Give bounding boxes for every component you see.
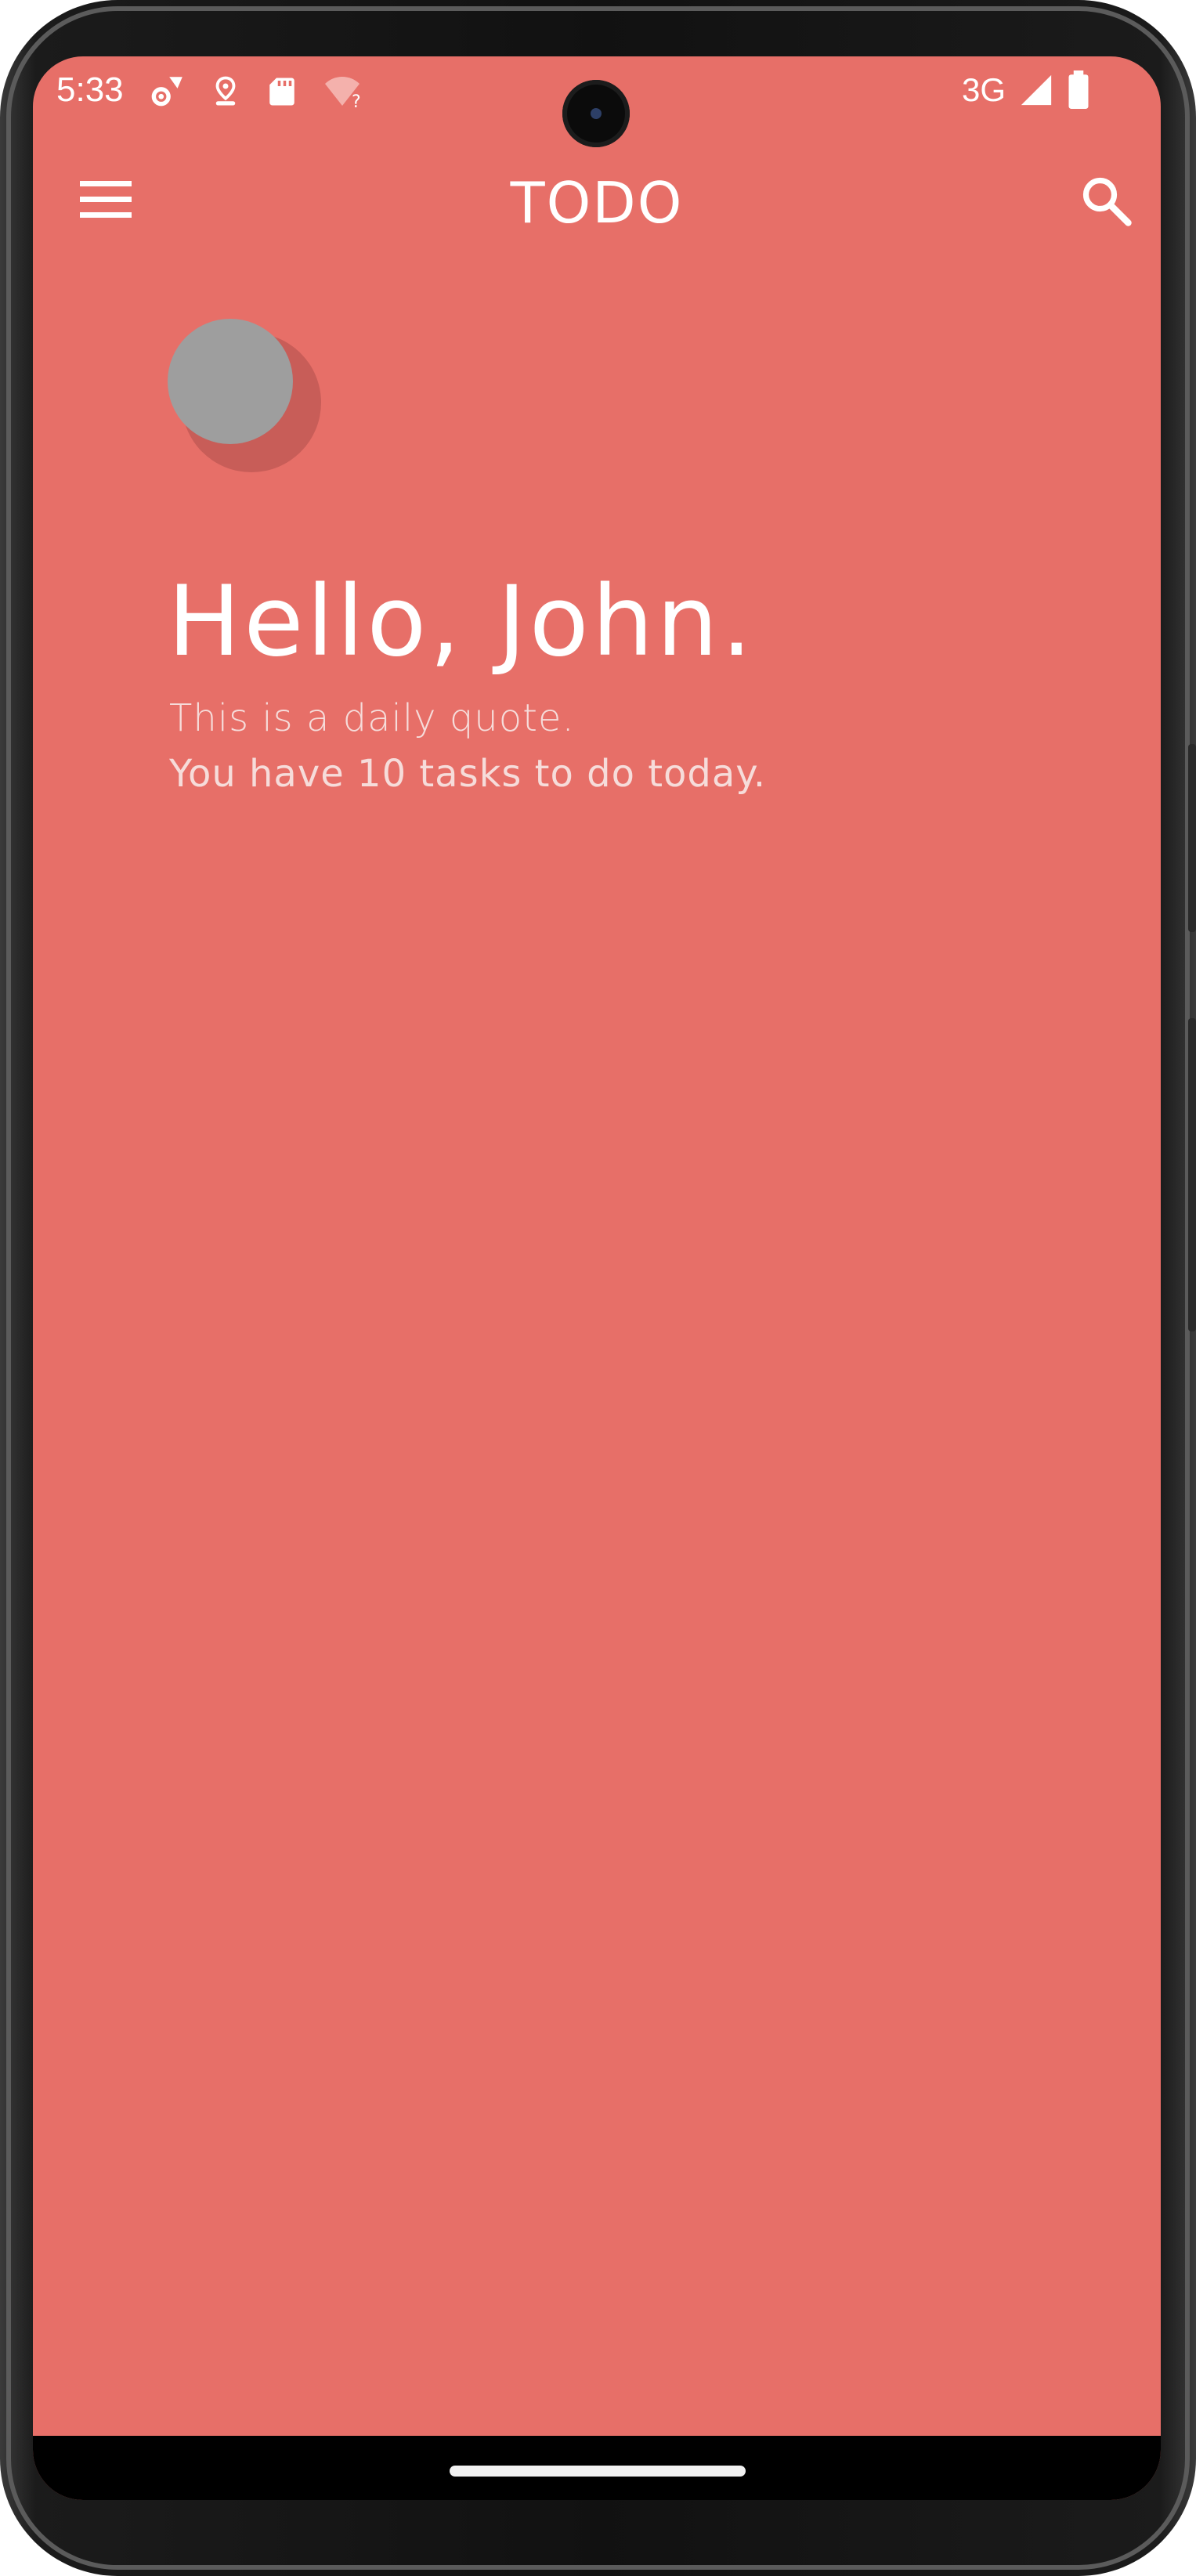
app-bar: TODO bbox=[33, 143, 1161, 260]
front-camera bbox=[562, 80, 630, 147]
navigation-bar bbox=[33, 2436, 1161, 2500]
settings-sync-icon bbox=[151, 77, 182, 107]
status-time: 5:33 bbox=[56, 70, 124, 109]
power-button bbox=[1188, 1018, 1196, 1331]
avatar[interactable] bbox=[168, 319, 324, 475]
battery-icon bbox=[1068, 70, 1089, 109]
greeting-heading: Hello, John. bbox=[168, 565, 756, 678]
svg-text:?: ? bbox=[352, 92, 361, 111]
location-icon bbox=[215, 76, 236, 106]
search-icon[interactable] bbox=[1078, 172, 1134, 229]
status-icons-right: 3G bbox=[962, 70, 1090, 110]
status-bar: 5:33 ? 3G bbox=[33, 56, 1161, 147]
home-indicator[interactable] bbox=[450, 2466, 746, 2477]
network-type: 3G bbox=[961, 71, 1006, 108]
signal-icon bbox=[1021, 74, 1052, 106]
avatar-circle[interactable] bbox=[168, 319, 293, 444]
volume-button bbox=[1188, 744, 1196, 932]
tasks-summary: You have 10 tasks to do today. bbox=[169, 752, 767, 796]
status-icons-left: ? bbox=[146, 72, 366, 111]
wifi-question-icon: ? bbox=[325, 77, 361, 111]
screen: 5:33 ? 3G TODO Hello, John. This is a da… bbox=[33, 56, 1161, 2500]
phone-frame: 5:33 ? 3G TODO Hello, John. This is a da… bbox=[0, 0, 1196, 2576]
daily-quote: This is a daily quote. bbox=[169, 696, 575, 740]
sd-card-icon bbox=[269, 78, 294, 106]
app-title: TODO bbox=[510, 170, 684, 236]
